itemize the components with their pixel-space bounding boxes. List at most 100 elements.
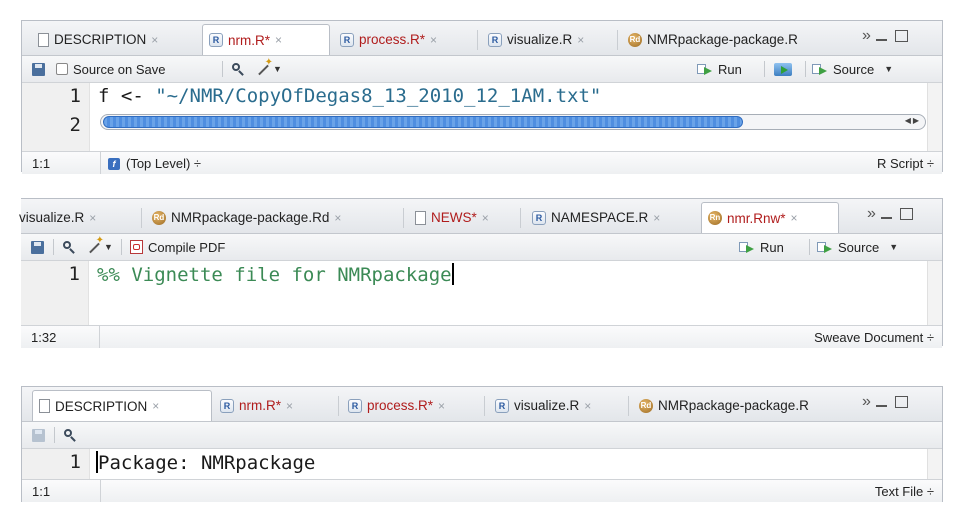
close-tab-icon[interactable]: × — [791, 211, 798, 225]
line-number: 1 — [69, 451, 81, 473]
tab-label: nrm.R* — [239, 398, 282, 413]
tab-label: DESCRIPTION — [55, 398, 148, 414]
tab-label: NEWS* — [431, 210, 477, 225]
tab-news[interactable]: NEWS* × — [409, 202, 517, 233]
tab-label: nrm.R* — [228, 32, 271, 48]
line-number-gutter: 1 — [21, 261, 89, 325]
scope-selector[interactable]: f (Top Level) ÷ — [108, 156, 201, 171]
close-tab-icon[interactable]: × — [653, 211, 660, 225]
tab-label: visualize.R — [507, 32, 573, 47]
rerun-button[interactable] — [774, 59, 792, 79]
rd-file-icon: Rd — [639, 398, 653, 413]
run-button[interactable]: Run — [739, 237, 784, 257]
close-tab-icon[interactable]: × — [275, 33, 282, 47]
tab-label: visualize.R — [514, 398, 580, 413]
code-line: %% Vignette file for NMRpackage — [97, 263, 454, 286]
source-label: Source — [838, 239, 880, 255]
tab-process-r[interactable]: R process.R* × — [342, 390, 482, 421]
string-literal: "~/NMR/CopyOfDegas8_13_2010_12_1AM.txt" — [155, 85, 602, 107]
tab-nrm-r[interactable]: R nrm.R* × — [214, 390, 334, 421]
run-button[interactable]: Run — [697, 59, 742, 79]
tab-divider — [338, 396, 339, 416]
tab-visualize-r[interactable]: visualize.R × — [13, 202, 137, 233]
overflow-tabs-icon[interactable]: » — [867, 205, 876, 223]
close-tab-icon[interactable]: × — [151, 33, 158, 47]
close-tab-icon[interactable]: × — [286, 399, 293, 413]
close-tab-icon[interactable]: × — [577, 33, 584, 47]
search-icon — [232, 63, 244, 75]
find-button[interactable] — [63, 237, 75, 257]
tab-bar: DESCRIPTION × R nrm.R* × R process.R* × … — [22, 387, 942, 422]
overflow-tabs-icon[interactable]: » — [862, 27, 871, 45]
tab-description[interactable]: DESCRIPTION × — [32, 24, 210, 55]
pdf-icon — [130, 240, 143, 254]
vertical-scrollbar[interactable] — [927, 449, 942, 479]
find-button[interactable] — [232, 59, 244, 79]
close-tab-icon[interactable]: × — [482, 211, 489, 225]
file-type-selector[interactable]: Text File ÷ — [875, 484, 934, 499]
code-editor[interactable]: 1 Package: NMRpackage — [22, 449, 942, 479]
tab-divider — [484, 396, 485, 416]
minimize-icon[interactable] — [875, 405, 887, 407]
toolbar-divider — [54, 427, 55, 443]
r-file-icon: R — [340, 32, 354, 47]
tab-divider — [477, 30, 478, 50]
code-tools-button[interactable]: ▼ — [255, 57, 282, 79]
maximize-icon[interactable] — [899, 208, 913, 220]
maximize-icon[interactable] — [894, 30, 908, 42]
tab-label: NAMESPACE.R — [551, 210, 649, 225]
code-text: f <- — [98, 85, 156, 107]
tab-nmr-rnw[interactable]: Rn nmr.Rnw* × — [701, 202, 839, 233]
editor-pane-middle: visualize.R × Rd NMRpackage-package.Rd ×… — [19, 198, 943, 348]
find-button[interactable] — [64, 425, 76, 445]
chevron-down-icon[interactable]: ▼ — [884, 64, 893, 74]
horizontal-scrollbar[interactable]: ◀▶ — [100, 114, 926, 130]
rnw-file-icon: Rn — [708, 211, 722, 225]
rd-file-icon: Rd — [152, 210, 166, 225]
chevron-down-icon[interactable]: ▼ — [889, 242, 898, 252]
scroll-arrows-icon[interactable]: ◀▶ — [905, 116, 921, 125]
source-button[interactable]: Source ▼ — [812, 59, 893, 79]
tab-label: nmr.Rnw* — [727, 210, 786, 226]
tab-visualize-r[interactable]: R visualize.R × — [482, 24, 614, 55]
minimize-icon[interactable] — [880, 217, 892, 219]
save-button[interactable] — [32, 59, 45, 79]
tab-nmrpackage-package-rd[interactable]: Rd NMRpackage-package.Rd × — [146, 202, 400, 233]
compile-pdf-button[interactable]: Compile PDF — [130, 237, 225, 257]
overflow-tabs-icon[interactable]: » — [862, 393, 871, 411]
search-icon — [63, 241, 75, 253]
save-button[interactable] — [31, 237, 44, 257]
tab-divider — [520, 208, 521, 228]
tab-nmrpackage-package-r[interactable]: Rd NMRpackage-package.R — [633, 390, 859, 421]
tab-nrm-r[interactable]: R nrm.R* × — [202, 24, 330, 55]
source-button[interactable]: Source ▼ — [817, 237, 898, 257]
tab-process-r[interactable]: R process.R* × — [334, 24, 474, 55]
tab-visualize-r[interactable]: R visualize.R × — [489, 390, 625, 421]
minimize-icon[interactable] — [875, 39, 887, 41]
save-button[interactable] — [32, 425, 45, 445]
tab-namespace-r[interactable]: R NAMESPACE.R × — [526, 202, 692, 233]
vertical-scrollbar[interactable] — [927, 83, 942, 151]
close-tab-icon[interactable]: × — [334, 211, 341, 225]
tab-description[interactable]: DESCRIPTION × — [32, 390, 212, 421]
file-type-selector[interactable]: R Script ÷ — [877, 156, 934, 171]
close-tab-icon[interactable]: × — [584, 399, 591, 413]
save-icon — [32, 62, 45, 76]
code-line: Package: NMRpackage — [96, 451, 315, 474]
tab-divider — [617, 30, 618, 50]
code-tools-button[interactable]: ▼ — [86, 235, 113, 257]
search-icon — [64, 429, 76, 441]
code-editor[interactable]: 1 2 f <- "~/NMR/CopyOfDegas8_13_2010_12_… — [22, 83, 942, 151]
maximize-icon[interactable] — [894, 396, 908, 408]
source-on-save-checkbox[interactable]: Source on Save — [56, 59, 166, 79]
close-tab-icon[interactable]: × — [438, 399, 445, 413]
close-tab-icon[interactable]: × — [152, 399, 159, 413]
close-tab-icon[interactable]: × — [89, 211, 96, 225]
file-type-selector[interactable]: Sweave Document ÷ — [814, 330, 934, 345]
text-cursor — [451, 263, 454, 285]
code-editor[interactable]: 1 %% Vignette file for NMRpackage — [21, 261, 942, 325]
close-tab-icon[interactable]: × — [430, 33, 437, 47]
vertical-scrollbar[interactable] — [927, 261, 942, 325]
tab-nmrpackage-package-r[interactable]: Rd NMRpackage-package.R — [622, 24, 858, 55]
scrollbar-thumb[interactable] — [103, 116, 743, 128]
